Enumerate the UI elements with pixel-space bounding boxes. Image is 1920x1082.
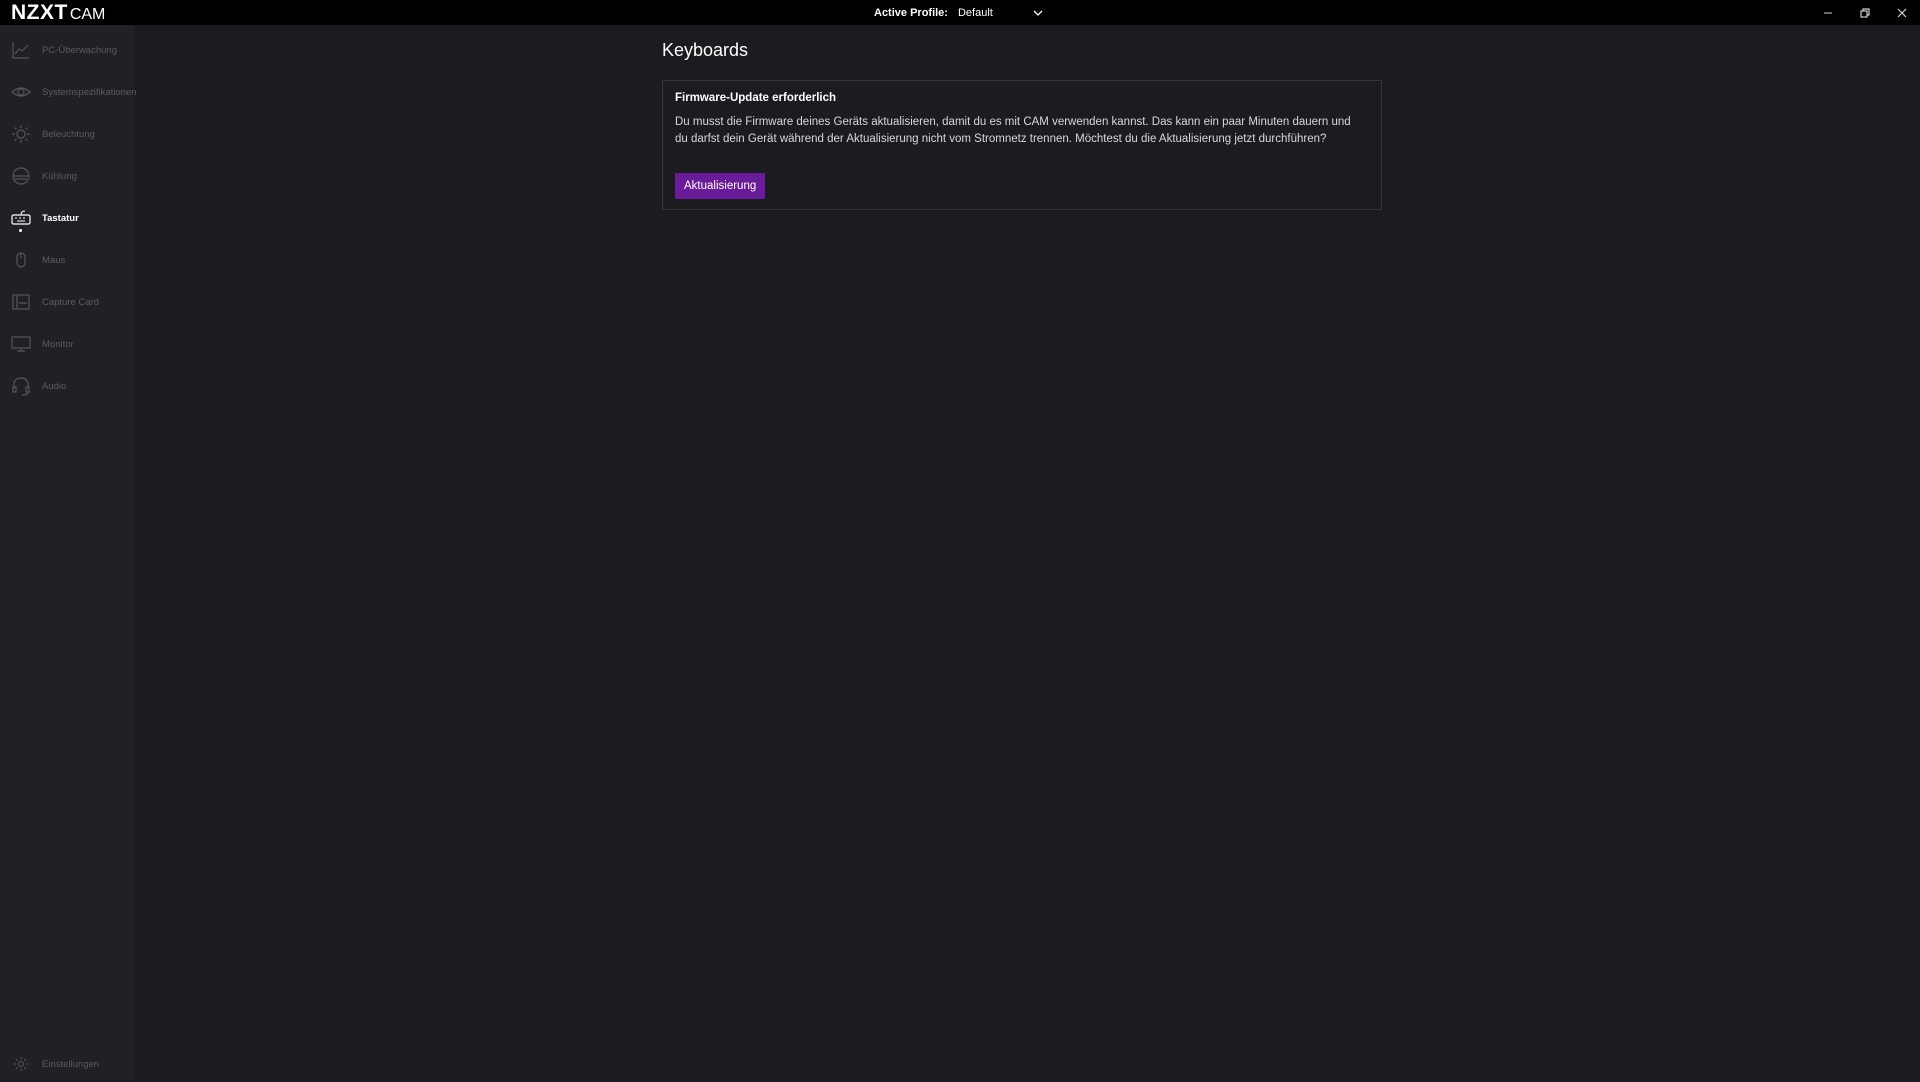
logo-product: CAM <box>69 6 106 23</box>
card-title: Firmware-Update erforderlich <box>675 92 837 104</box>
sidebar-item-label: Systemspezifikationen <box>42 86 137 98</box>
close-button[interactable] <box>1883 0 1920 25</box>
monitor-icon <box>10 333 32 355</box>
window-controls <box>1809 0 1920 25</box>
page-title: Keyboards <box>662 40 749 60</box>
sidebar-item-pc-monitoring[interactable]: PC-Überwachung <box>0 32 135 68</box>
sidebar-item-keyboard[interactable]: Tastatur <box>0 200 135 236</box>
sidebar-item-lighting[interactable]: Beleuchtung <box>0 116 135 152</box>
eye-icon <box>10 81 32 103</box>
sidebar-item-label: Tastatur <box>42 212 79 224</box>
chevron-down-icon[interactable] <box>1032 7 1044 19</box>
sidebar-item-label: Capture Card <box>42 296 100 308</box>
sidebar-item-label: Audio <box>42 380 67 392</box>
sidebar-item-audio[interactable]: Audio <box>0 368 135 404</box>
firmware-update-card: Firmware-Update erforderlich Du musst di… <box>662 80 1382 210</box>
sidebar-item-capture-card[interactable]: Capture Card <box>0 284 135 320</box>
headset-icon <box>10 375 32 397</box>
gear-icon <box>10 1053 32 1075</box>
title-bar: NZXT CAM Active Profile: Default <box>0 0 1920 25</box>
sidebar-item-label: Beleuchtung <box>42 128 95 140</box>
settings-label: Einstellungen <box>42 1058 100 1070</box>
sidebar-item-label: Kühlung <box>42 170 77 182</box>
sidebar-item-cooling[interactable]: Kühlung <box>0 158 135 194</box>
minimize-button[interactable] <box>1809 0 1846 25</box>
close-icon <box>1897 8 1906 17</box>
logo-brand: NZXT <box>11 1 68 24</box>
nzxt-cam-logo: NZXT CAM <box>11 1 105 25</box>
active-profile-selector[interactable]: Active Profile: Default <box>874 0 1044 25</box>
cooler-icon <box>10 165 32 187</box>
sidebar-item-monitor[interactable]: Monitor <box>0 326 135 362</box>
minimize-icon <box>1823 12 1832 13</box>
sun-icon <box>10 123 32 145</box>
sidebar-item-label: PC-Überwachung <box>42 44 117 56</box>
sidebar: PC-Überwachung Systemspezifikationen Bel… <box>0 25 137 1082</box>
active-profile-label: Active Profile: <box>874 6 948 19</box>
sidebar-item-mouse[interactable]: Maus <box>0 242 135 278</box>
sidebar-item-label: Maus <box>42 254 66 266</box>
keyboard-icon <box>10 207 32 229</box>
sidebar-item-settings[interactable]: Einstellungen <box>0 1046 135 1082</box>
capture-card-icon <box>10 291 32 313</box>
sidebar-item-label: Monitor <box>42 338 74 350</box>
card-body-text: Du musst die Firmware deines Geräts aktu… <box>675 116 1351 145</box>
sidebar-item-system-specs[interactable]: Systemspezifikationen <box>0 74 137 110</box>
mouse-icon <box>10 249 32 271</box>
restore-button[interactable] <box>1846 0 1883 25</box>
firmware-update-button[interactable]: Aktualisierung <box>675 173 766 199</box>
chart-line-icon <box>10 39 32 61</box>
restore-icon <box>1859 7 1870 18</box>
active-indicator <box>19 229 22 232</box>
active-profile-value[interactable]: Default <box>958 7 1018 19</box>
